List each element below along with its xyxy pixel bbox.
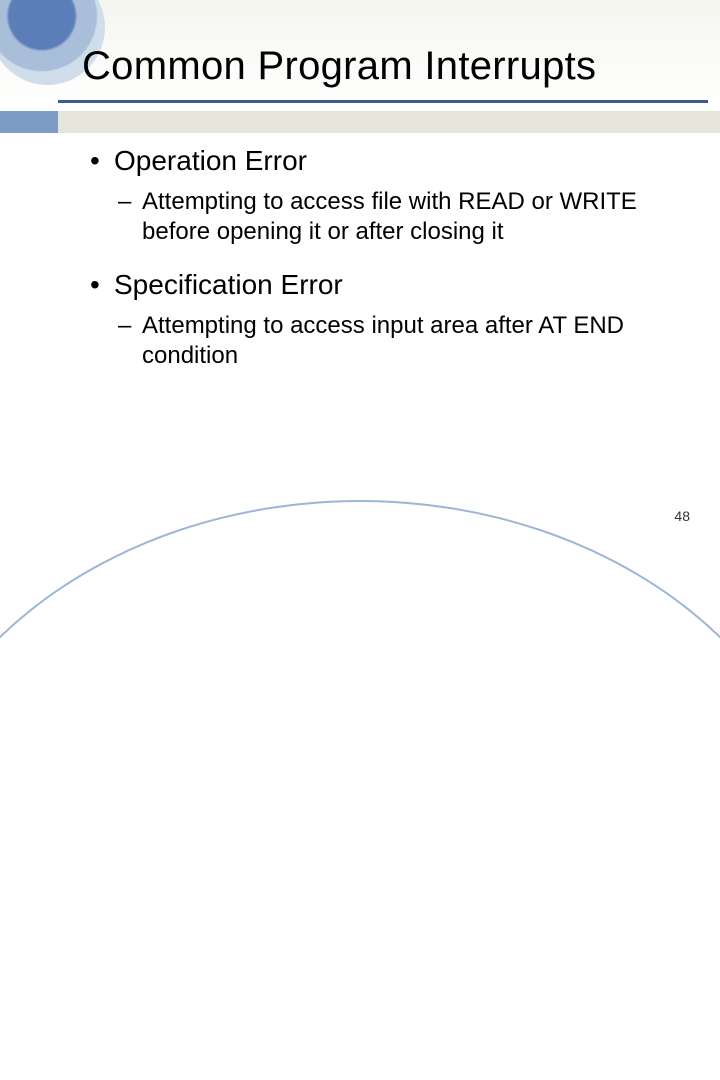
bottom-arc-decoration-icon [0,500,720,1080]
slide-title: Common Program Interrupts [82,44,690,89]
title-underline [58,100,708,103]
bullet-sub: Attempting to access file with READ or W… [118,187,670,247]
bullet-heading-text: Operation Error [114,145,307,176]
slide: Common Program Interrupts Operation Erro… [0,0,720,540]
content-area: Operation Error Attempting to access fil… [90,145,670,393]
bullet-sub: Attempting to access input area after AT… [118,311,670,371]
bullet-heading: Specification Error [90,269,670,301]
bullet-heading: Operation Error [90,145,670,177]
bullet-heading-text: Specification Error [114,269,343,300]
header-band-accent [0,111,58,133]
title-area: Common Program Interrupts [82,44,690,89]
bullet-sub-text: Attempting to access file with READ or W… [142,188,637,245]
page-number: 48 [674,508,690,524]
header-band [0,111,720,133]
bullet-sub-text: Attempting to access input area after AT… [142,312,624,369]
